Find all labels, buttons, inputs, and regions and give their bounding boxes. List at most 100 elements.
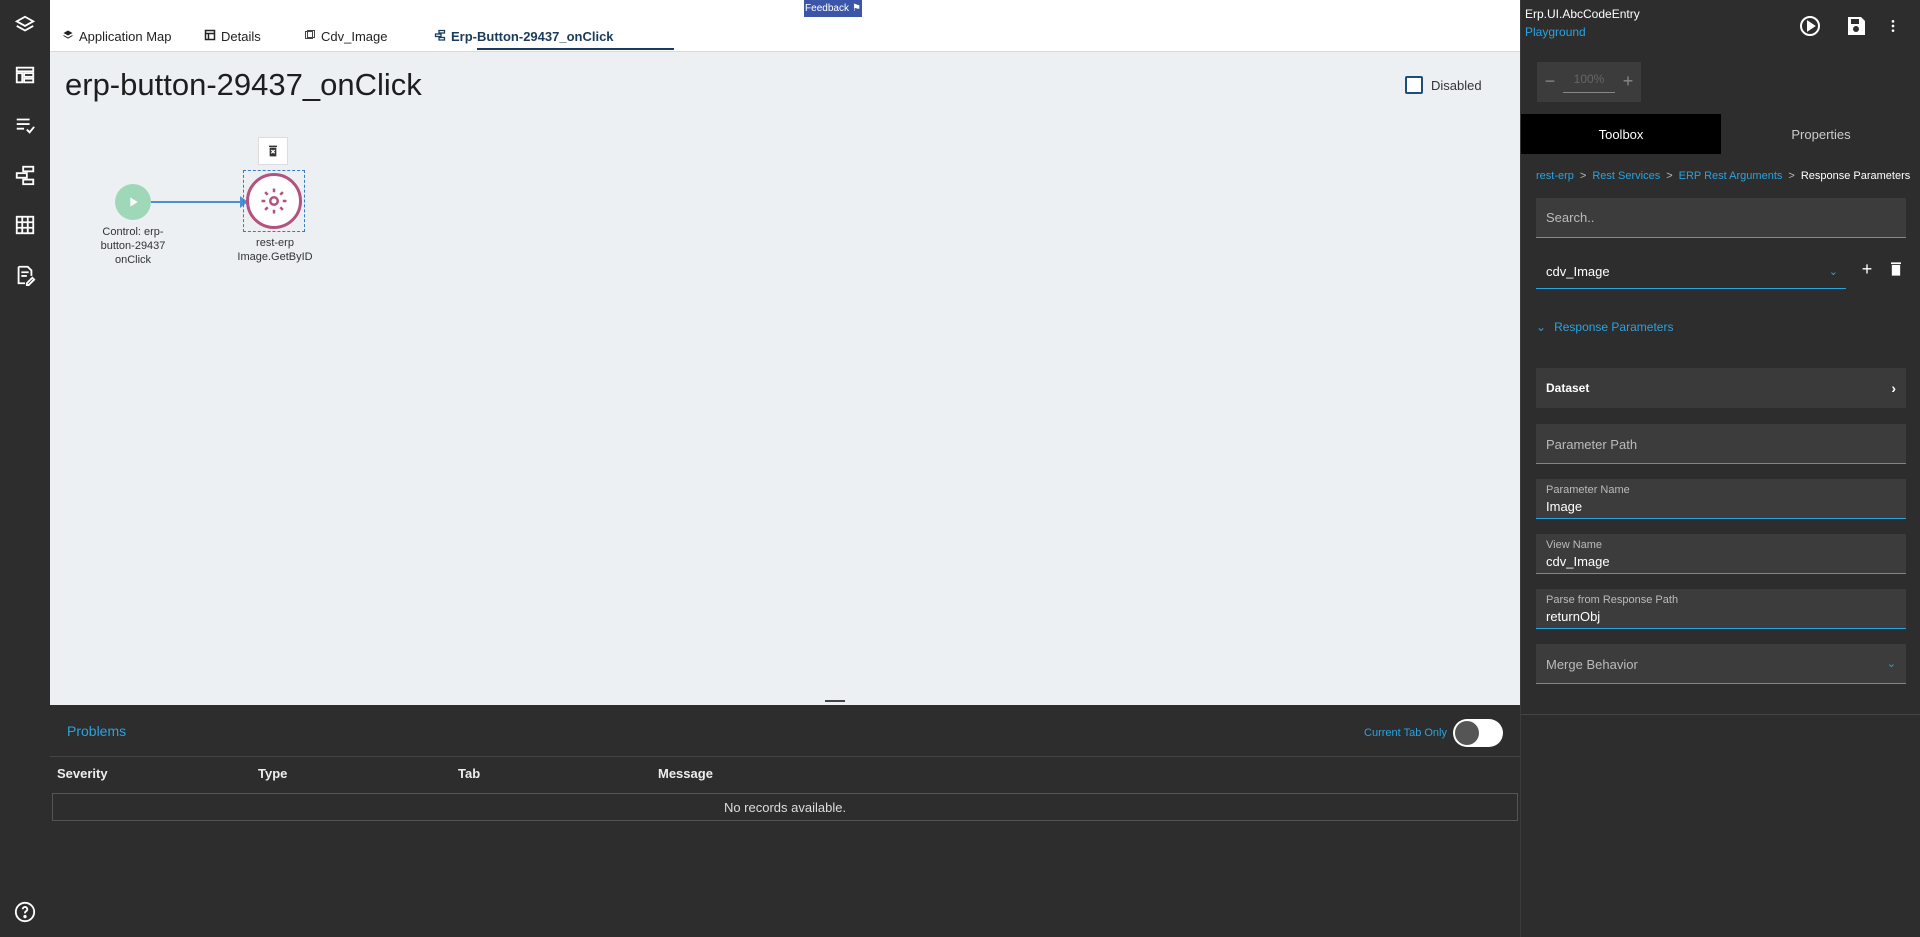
breadcrumb-item-rest-erp[interactable]: rest-erp — [1536, 170, 1574, 182]
breadcrumb-item-rest-services[interactable]: Rest Services — [1592, 170, 1660, 182]
disabled-checkbox[interactable] — [1405, 76, 1423, 94]
page-title: erp-button-29437_onClick — [65, 67, 422, 102]
save-icon — [1848, 17, 1865, 35]
tab-toolbox[interactable]: Toolbox — [1521, 114, 1721, 154]
zoom-control: − 100% + — [1537, 62, 1641, 102]
action-node-label-line2: Image.GetByID — [237, 251, 313, 263]
more-menu-button[interactable] — [1885, 12, 1901, 40]
tab-label: Application Map — [79, 28, 172, 44]
divider — [50, 756, 1520, 757]
view-name-label: View Name — [1546, 539, 1603, 551]
item-select[interactable]: cdv_Image ⌄ — [1536, 255, 1846, 289]
layers-icon[interactable] — [10, 10, 40, 40]
toggle-knob — [1455, 721, 1479, 745]
section-title: Response Parameters — [1554, 320, 1674, 334]
breadcrumb-separator: > — [1788, 170, 1795, 182]
merge-behavior-select[interactable]: Merge Behavior ⌄ — [1536, 644, 1906, 684]
parameter-path-placeholder: Parameter Path — [1546, 437, 1638, 452]
layers-icon — [62, 29, 74, 44]
problems-table-header: Severity Type Tab Message — [50, 766, 1520, 788]
environment-link[interactable]: Playground — [1525, 25, 1586, 39]
tab-label: Erp-Button-29437_onClick — [451, 28, 614, 44]
problems-panel: Problems Current Tab Only Severity Type … — [50, 705, 1520, 937]
problems-title[interactable]: Problems — [67, 723, 126, 739]
tab-cdv-image[interactable]: Cdv_Image — [302, 24, 389, 48]
parameter-name-field[interactable]: Parameter Name Image — [1536, 479, 1906, 519]
layout-icon[interactable] — [10, 60, 40, 90]
breadcrumb-separator: > — [1666, 170, 1673, 182]
start-node-label-line3: onClick — [114, 254, 152, 266]
tab-label: Details — [221, 28, 261, 44]
action-node-label-line1: rest-erp — [256, 237, 294, 249]
divider — [1521, 714, 1920, 715]
flow-icon — [434, 29, 446, 44]
save-button[interactable] — [1842, 12, 1870, 40]
parse-path-value: returnObj — [1546, 609, 1601, 624]
add-button[interactable]: + — [1857, 259, 1877, 279]
right-panel: Erp.UI.AbcCodeEntry Playground − 100% + … — [1520, 0, 1920, 937]
delete-item-button[interactable] — [1886, 259, 1906, 279]
help-icon[interactable] — [10, 897, 40, 927]
tab-bar: Application Map Details Cdv_Image Erp-Bu… — [50, 0, 1520, 52]
toggle-switch[interactable] — [1453, 719, 1503, 747]
tab-application-map[interactable]: Application Map — [60, 24, 174, 48]
grid-icon[interactable] — [10, 210, 40, 240]
checklist-icon[interactable] — [10, 110, 40, 140]
parameter-name-value: Image — [1546, 499, 1583, 514]
dataset-label: Dataset — [1546, 381, 1590, 395]
current-tab-only-toggle[interactable]: Current Tab Only — [1364, 719, 1503, 747]
flag-icon: ⚑ — [851, 3, 861, 14]
delete-icon — [269, 145, 277, 157]
chevron-right-icon: › — [1891, 380, 1896, 396]
parameter-name-label: Parameter Name — [1546, 484, 1630, 496]
tab-label: Cdv_Image — [321, 28, 388, 44]
trash-icon — [1891, 262, 1901, 276]
response-parameters-section-header[interactable]: ⌄ Response Parameters — [1536, 320, 1673, 334]
active-tab-indicator — [477, 48, 674, 50]
search-input[interactable] — [1536, 198, 1906, 238]
start-node[interactable] — [115, 184, 151, 220]
view-name-field[interactable]: View Name cdv_Image — [1536, 534, 1906, 574]
start-node-label-line1: Control: erp- — [102, 226, 164, 238]
feedback-label: Feedback — [805, 3, 849, 14]
zoom-in-button[interactable]: + — [1617, 70, 1639, 92]
connector-line[interactable] — [151, 201, 243, 203]
start-node-label-line2: button-29437 — [100, 240, 166, 252]
document-edit-icon[interactable] — [10, 260, 40, 290]
view-name-value: cdv_Image — [1546, 554, 1610, 569]
zoom-out-button[interactable]: − — [1539, 70, 1561, 92]
column-tab[interactable]: Tab — [458, 766, 480, 781]
merge-behavior-placeholder: Merge Behavior — [1546, 657, 1638, 672]
run-button[interactable] — [1796, 12, 1824, 40]
start-node-label: Control: erp- button-29437 onClick — [95, 225, 171, 267]
empty-state: No records available. — [52, 793, 1518, 821]
breadcrumb-item-erp-rest-arguments[interactable]: ERP Rest Arguments — [1679, 170, 1783, 182]
panel-resize-handle[interactable] — [825, 700, 845, 702]
column-severity[interactable]: Severity — [57, 766, 108, 781]
column-message[interactable]: Message — [658, 766, 713, 781]
column-type[interactable]: Type — [258, 766, 287, 781]
left-nav-rail — [0, 0, 50, 937]
delete-node-button[interactable] — [258, 137, 288, 165]
panel-tabs: Toolbox Properties — [1521, 114, 1920, 154]
play-circle-icon — [1800, 16, 1820, 36]
zoom-level[interactable]: 100% — [1563, 72, 1615, 93]
chevron-down-icon: ⌄ — [1828, 266, 1838, 278]
parse-path-field[interactable]: Parse from Response Path returnObj — [1536, 589, 1906, 629]
tab-properties[interactable]: Properties — [1721, 114, 1920, 154]
breadcrumb: rest-erp > Rest Services > ERP Rest Argument… — [1536, 170, 1910, 182]
tab-erp-button-onclick[interactable]: Erp-Button-29437_onClick — [432, 24, 616, 48]
table-icon — [204, 29, 216, 44]
gear-icon — [261, 188, 287, 214]
disabled-label: Disabled — [1431, 77, 1482, 93]
chevron-down-icon: ⌄ — [1536, 320, 1547, 334]
action-node[interactable] — [246, 173, 302, 229]
flow-canvas[interactable]: erp-button-29437_onClick Disabled Contro… — [50, 52, 1520, 702]
parse-path-label: Parse from Response Path — [1546, 594, 1679, 606]
dataset-row[interactable]: Dataset › — [1536, 368, 1906, 408]
feedback-button[interactable]: Feedback ⚑ — [804, 0, 862, 17]
disabled-toggle[interactable]: Disabled — [1405, 76, 1482, 94]
tab-details[interactable]: Details — [202, 24, 263, 48]
flow-icon[interactable] — [10, 160, 40, 190]
parameter-path-field[interactable]: Parameter Path — [1536, 424, 1906, 464]
